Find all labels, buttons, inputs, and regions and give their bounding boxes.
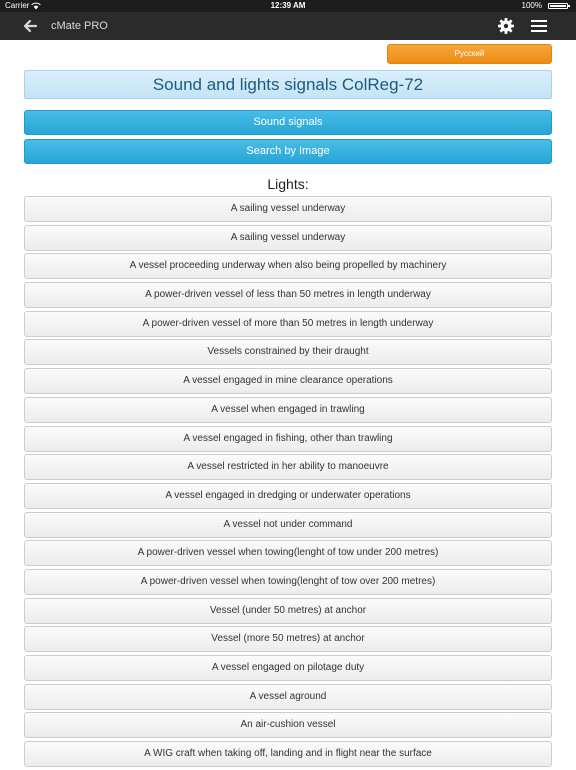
language-button[interactable]: Русский bbox=[387, 44, 552, 64]
status-time: 12:39 AM bbox=[270, 1, 306, 10]
page-title: Sound and lights signals ColReg-72 bbox=[24, 70, 552, 99]
sound-signals-button[interactable]: Sound signals bbox=[24, 110, 552, 135]
search-by-image-button[interactable]: Search by Image bbox=[24, 139, 552, 164]
list-item[interactable]: A vessel engaged on pilotage duty bbox=[24, 655, 552, 681]
battery-icon bbox=[548, 3, 570, 9]
list-item[interactable]: A vessel when engaged in trawling bbox=[24, 396, 552, 423]
list-item[interactable]: A vessel not under command bbox=[24, 511, 552, 538]
list-item[interactable]: Vessel (more 50 metres) at anchor bbox=[24, 626, 552, 653]
list-item[interactable]: A vessel restricted in her ability to ma… bbox=[24, 454, 552, 481]
list-item[interactable]: A vessel engaged in fishing, other than … bbox=[24, 425, 552, 452]
gear-icon[interactable] bbox=[497, 17, 515, 35]
hamburger-menu-icon[interactable] bbox=[530, 18, 548, 34]
list-item[interactable]: A power-driven vessel when towing(lenght… bbox=[24, 568, 552, 595]
list-item[interactable]: A sailing vessel underway bbox=[24, 224, 552, 251]
battery-percentage: 100% bbox=[521, 1, 542, 10]
list-item[interactable]: A vessel engaged in dredging or underwat… bbox=[24, 482, 552, 509]
navigation-bar: cMate PRO bbox=[0, 12, 576, 40]
list-item[interactable]: A power-driven vessel of more than 50 me… bbox=[24, 310, 552, 337]
list-item[interactable]: A vessel aground bbox=[24, 683, 552, 710]
list-item[interactable]: Vessel (under 50 metres) at anchor bbox=[24, 597, 552, 624]
lights-list: A sailing vessel underway A sailing vess… bbox=[24, 196, 552, 770]
list-item[interactable]: A power-driven vessel when towing(lenght… bbox=[24, 540, 552, 567]
status-bar: Carrier 12:39 AM 100% bbox=[0, 0, 576, 12]
list-item[interactable]: A vessel proceeding underway when also b… bbox=[24, 253, 552, 280]
list-item[interactable]: A power-driven vessel of less than 50 me… bbox=[24, 282, 552, 309]
list-item[interactable]: An air-cushion vessel bbox=[24, 712, 552, 739]
list-item[interactable]: A vessel engaged in mine clearance opera… bbox=[24, 368, 552, 395]
lights-heading: Lights: bbox=[267, 176, 309, 192]
back-arrow-icon[interactable] bbox=[20, 16, 40, 36]
app-title: cMate PRO bbox=[51, 20, 108, 32]
list-item[interactable]: Vessels constrained by their draught bbox=[24, 339, 552, 366]
list-item[interactable]: A sailing vessel underway bbox=[24, 196, 552, 222]
list-item[interactable]: A WIG craft when taking off, landing and… bbox=[24, 741, 552, 768]
